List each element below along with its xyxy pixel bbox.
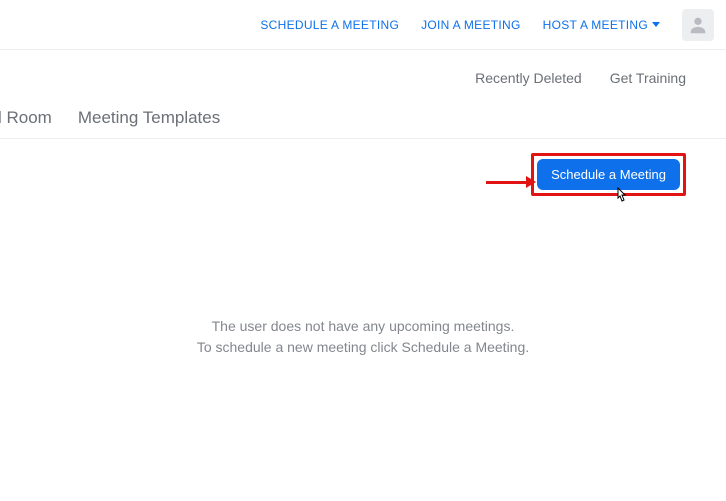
empty-state-line1: The user does not have any upcoming meet…	[40, 316, 686, 337]
tab-row: l Room Meeting Templates	[0, 98, 726, 139]
join-meeting-link[interactable]: JOIN A MEETING	[421, 18, 521, 32]
host-meeting-dropdown[interactable]: HOST A MEETING	[543, 18, 660, 32]
button-row: Schedule a Meeting	[0, 139, 726, 196]
schedule-meeting-link[interactable]: SCHEDULE A MEETING	[260, 18, 399, 32]
chevron-down-icon	[652, 22, 660, 27]
empty-state: The user does not have any upcoming meet…	[0, 316, 726, 358]
user-icon	[687, 14, 709, 36]
host-meeting-label: HOST A MEETING	[543, 18, 648, 32]
schedule-meeting-button[interactable]: Schedule a Meeting	[537, 159, 680, 190]
tab-room[interactable]: l Room	[0, 108, 52, 128]
tab-meeting-templates[interactable]: Meeting Templates	[78, 108, 220, 128]
recently-deleted-link[interactable]: Recently Deleted	[475, 70, 582, 86]
get-training-link[interactable]: Get Training	[610, 70, 686, 86]
annotation-highlight-box: Schedule a Meeting	[531, 153, 686, 196]
avatar[interactable]	[682, 9, 714, 41]
top-nav-bar: SCHEDULE A MEETING JOIN A MEETING HOST A…	[0, 0, 726, 50]
sub-nav: Recently Deleted Get Training	[0, 50, 726, 98]
empty-state-line2: To schedule a new meeting click Schedule…	[40, 337, 686, 358]
